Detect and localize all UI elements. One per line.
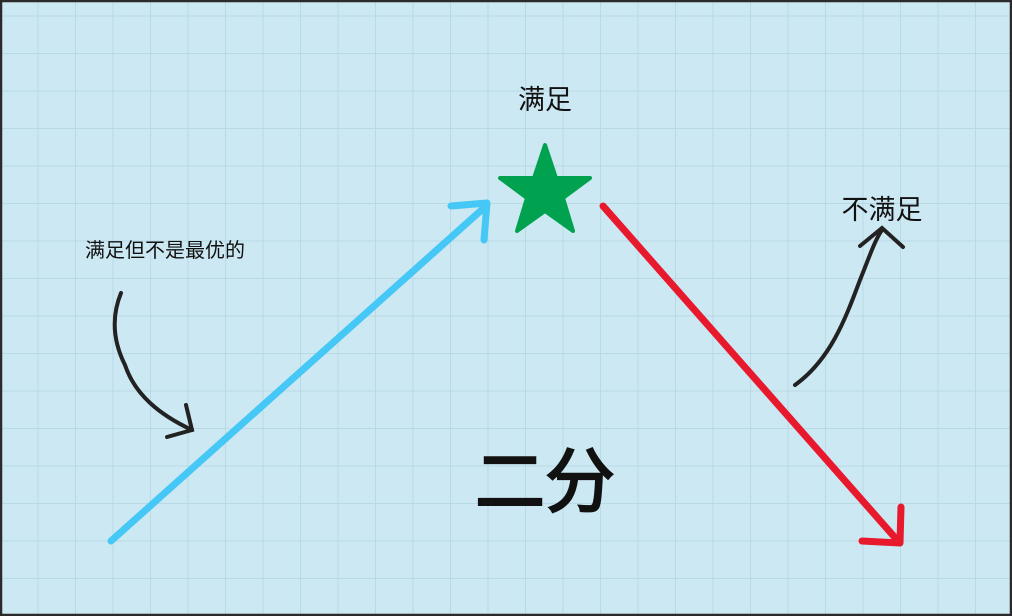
title-binary-search: 二分 — [475, 441, 615, 523]
label-satisfied-not-optimal: 满足但不是最优的 — [85, 238, 245, 262]
binary-search-diagram: 满足 不满足 满足但不是最优的 二分 — [0, 0, 1012, 616]
label-not-satisfied: 不满足 — [842, 195, 923, 226]
label-satisfied: 满足 — [518, 85, 572, 116]
